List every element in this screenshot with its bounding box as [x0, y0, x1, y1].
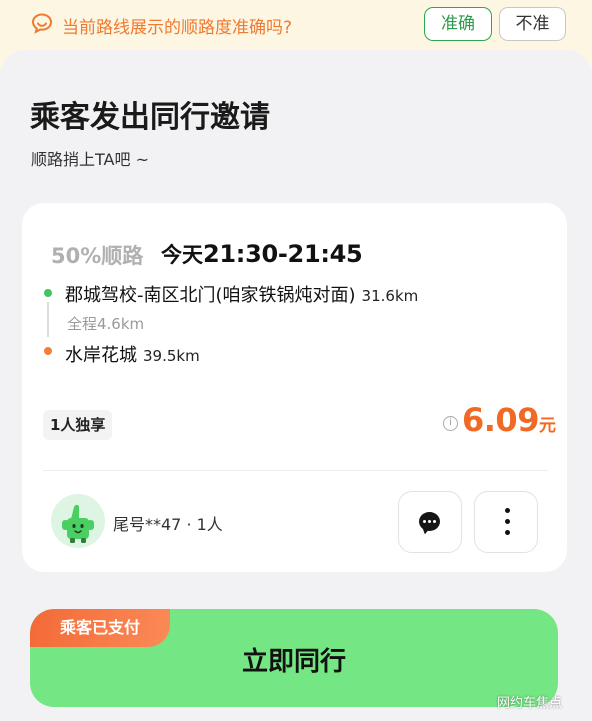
more-options-button[interactable]: [474, 491, 538, 553]
page-subtitle: 顺路捎上TA吧 ~: [31, 150, 149, 169]
feedback-bubble-icon: [31, 13, 53, 34]
join-now-button[interactable]: 乘客已支付 立即同行: [30, 609, 558, 707]
trip-time-range: 21:30-21:45: [203, 240, 363, 268]
start-dot-icon: [44, 289, 52, 297]
total-distance: 全程4.6km: [67, 315, 145, 333]
trip-time: 今天21:30-21:45: [161, 239, 363, 269]
start-place: 郡城驾校-南区北门(咱家铁锅炖对面): [65, 285, 356, 306]
more-vertical-icon: [505, 508, 510, 536]
end-place: 水岸花城: [65, 345, 137, 366]
chat-button[interactable]: [398, 491, 462, 553]
chat-dots: [423, 520, 436, 523]
passenger-tail-info: 尾号**47 · 1人: [113, 515, 223, 534]
price-amount: 6.09: [462, 401, 539, 439]
match-percent: 50%顺路: [51, 244, 144, 268]
start-stop: 郡城驾校-南区北门(咱家铁锅炖对面) 31.6km: [65, 281, 418, 307]
start-distance: 31.6km: [361, 287, 419, 305]
inaccurate-button[interactable]: 不准: [499, 7, 566, 41]
end-dot-icon: [44, 347, 52, 355]
watermark: 网约车焦点: [497, 696, 563, 711]
thumbs-up-mascot-icon: [51, 494, 105, 548]
trip-day: 今天: [161, 243, 203, 267]
trip-card[interactable]: 50%顺路 今天21:30-21:45 郡城驾校-南区北门(咱家铁锅炖对面) 31…: [22, 203, 567, 572]
price-unit: 元: [538, 416, 556, 436]
info-icon[interactable]: i: [443, 416, 458, 431]
end-stop: 水岸花城 39.5km: [65, 341, 200, 367]
price: 6.09元: [462, 401, 556, 439]
avatar[interactable]: [51, 494, 105, 548]
ride-type-tag: 1人独享: [43, 410, 113, 440]
divider: [43, 470, 548, 471]
end-distance: 39.5km: [143, 347, 200, 365]
page-title: 乘客发出同行邀请: [30, 100, 270, 135]
feedback-question: 当前路线展示的顺路度准确吗?: [62, 18, 293, 38]
route-connector: [47, 302, 49, 337]
join-now-label: 立即同行: [241, 647, 346, 677]
accurate-button[interactable]: 准确: [424, 7, 492, 41]
page: 当前路线展示的顺路度准确吗? 准确 不准 乘客发出同行邀请 顺路捎上TA吧 ~ …: [0, 0, 592, 721]
